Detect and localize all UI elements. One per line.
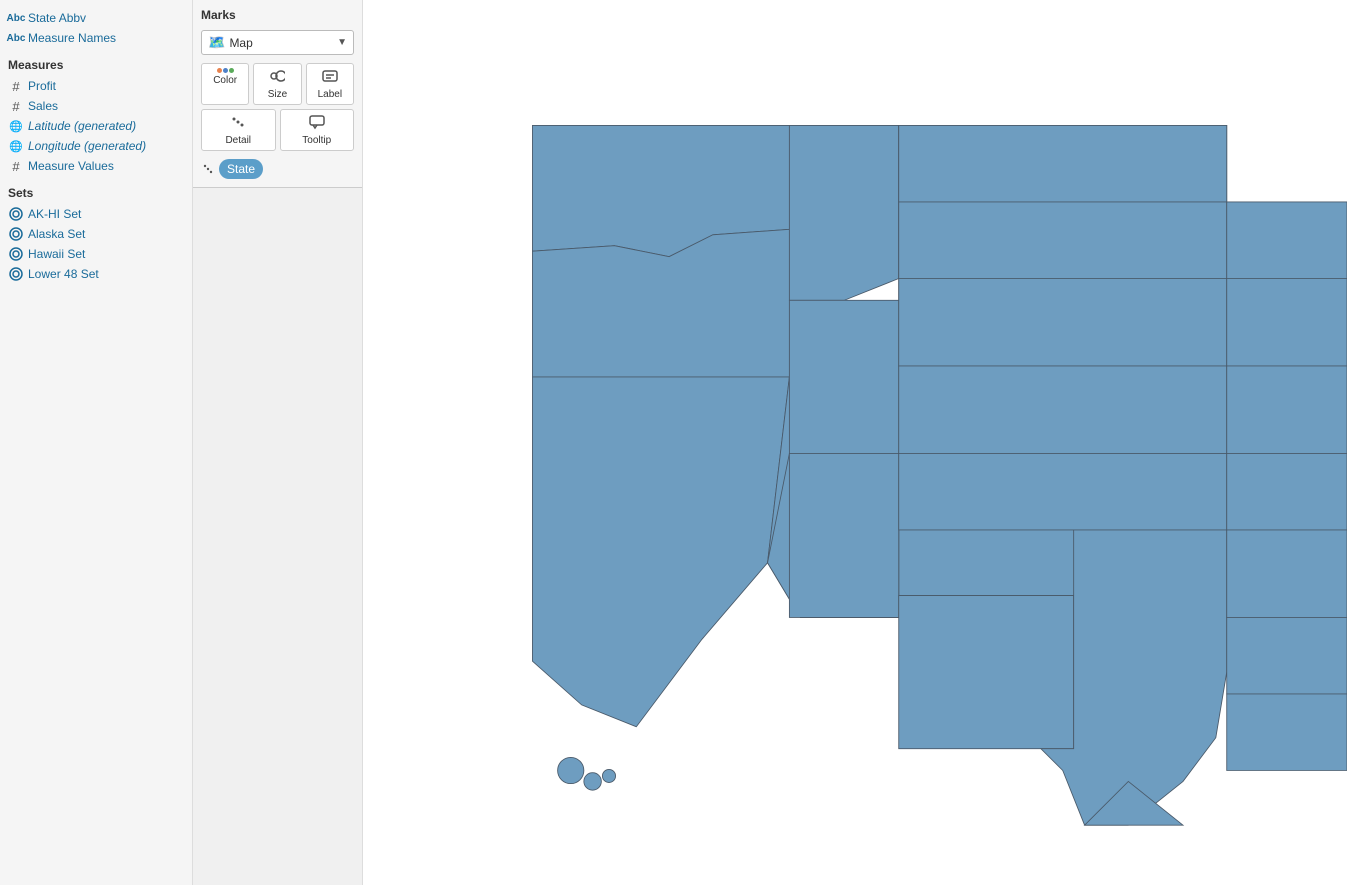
sidebar-label-hawaii-set: Hawaii Set [28, 247, 85, 261]
label-label: Label [318, 89, 342, 100]
state-pill-label: State [227, 162, 255, 176]
state-pill-row: State [201, 159, 354, 179]
map-icon: 🗺️ [208, 34, 225, 51]
color-dots-icon [217, 68, 234, 73]
color-button[interactable]: Color [201, 63, 249, 105]
sidebar-item-longitude[interactable]: 🌐 Longitude (generated) [0, 136, 192, 156]
sidebar: Abc State Abbv Abc Measure Names Measure… [0, 0, 193, 885]
marks-type-dropdown[interactable]: 🗺️ Map ▼ [201, 30, 354, 55]
sidebar-item-measure-names[interactable]: Abc Measure Names [0, 28, 192, 48]
detail-label: Detail [225, 135, 251, 146]
sidebar-label-longitude: Longitude (generated) [28, 139, 146, 153]
size-label: Size [268, 89, 287, 100]
size-icon [269, 68, 285, 87]
set-icon-ak-hi [8, 206, 24, 222]
detail-icon [230, 114, 246, 133]
sets-section-header: Sets [0, 176, 192, 204]
marks-section: Marks 🗺️ Map ▼ Color [193, 0, 362, 188]
label-button[interactable]: Label [306, 63, 354, 105]
sidebar-label-profit: Profit [28, 79, 56, 93]
sidebar-item-ak-hi-set[interactable]: AK-HI Set [0, 204, 192, 224]
sidebar-item-profit[interactable]: # Profit [0, 76, 192, 96]
map-area [363, 0, 1347, 885]
sidebar-item-hawaii-set[interactable]: Hawaii Set [0, 244, 192, 264]
sidebar-label-latitude: Latitude (generated) [28, 119, 136, 133]
detail-button[interactable]: Detail [201, 109, 276, 151]
hash-icon-sales: # [8, 98, 24, 114]
set-icon-lower-48 [8, 266, 24, 282]
sidebar-item-alaska-set[interactable]: Alaska Set [0, 224, 192, 244]
marks-dropdown-left: 🗺️ Map [208, 34, 253, 51]
measures-section-header: Measures [0, 48, 192, 76]
sidebar-label-ak-hi-set: AK-HI Set [28, 207, 81, 221]
hash-icon-measure-values: # [8, 158, 24, 174]
sidebar-label-sales: Sales [28, 99, 58, 113]
globe-icon-latitude: 🌐 [8, 118, 24, 134]
hash-icon-profit: # [8, 78, 24, 94]
sidebar-label-state-abbv: State Abbv [28, 11, 86, 25]
marks-title: Marks [201, 8, 354, 22]
dropdown-arrow-icon: ▼ [337, 37, 347, 48]
detail-pill-icon [201, 161, 215, 178]
marks-buttons-row2: Detail Tooltip [201, 109, 354, 151]
sidebar-label-alaska-set: Alaska Set [28, 227, 85, 241]
middle-panel: Marks 🗺️ Map ▼ Color [193, 0, 363, 885]
size-button[interactable]: Size [253, 63, 301, 105]
sidebar-item-state-abbv[interactable]: Abc State Abbv [0, 8, 192, 28]
set-icon-hawaii [8, 246, 24, 262]
marks-dropdown-label: Map [229, 36, 252, 50]
abc-icon: Abc [8, 10, 24, 26]
tooltip-icon [309, 114, 325, 133]
abc-icon-2: Abc [8, 30, 24, 46]
tooltip-button[interactable]: Tooltip [280, 109, 355, 151]
marks-buttons-row1: Color Size [201, 63, 354, 105]
sidebar-label-measure-values: Measure Values [28, 159, 114, 173]
tooltip-label: Tooltip [302, 135, 331, 146]
color-label: Color [213, 75, 237, 86]
sidebar-item-lower-48-set[interactable]: Lower 48 Set [0, 264, 192, 284]
set-icon-alaska [8, 226, 24, 242]
sidebar-item-latitude[interactable]: 🌐 Latitude (generated) [0, 116, 192, 136]
sidebar-item-sales[interactable]: # Sales [0, 96, 192, 116]
sidebar-label-lower-48-set: Lower 48 Set [28, 267, 99, 281]
label-icon [322, 68, 338, 87]
state-pill[interactable]: State [219, 159, 263, 179]
map-container [363, 0, 1347, 885]
globe-icon-longitude: 🌐 [8, 138, 24, 154]
us-map-svg [363, 0, 1347, 885]
sidebar-item-measure-values[interactable]: # Measure Values [0, 156, 192, 176]
sidebar-label-measure-names: Measure Names [28, 31, 116, 45]
